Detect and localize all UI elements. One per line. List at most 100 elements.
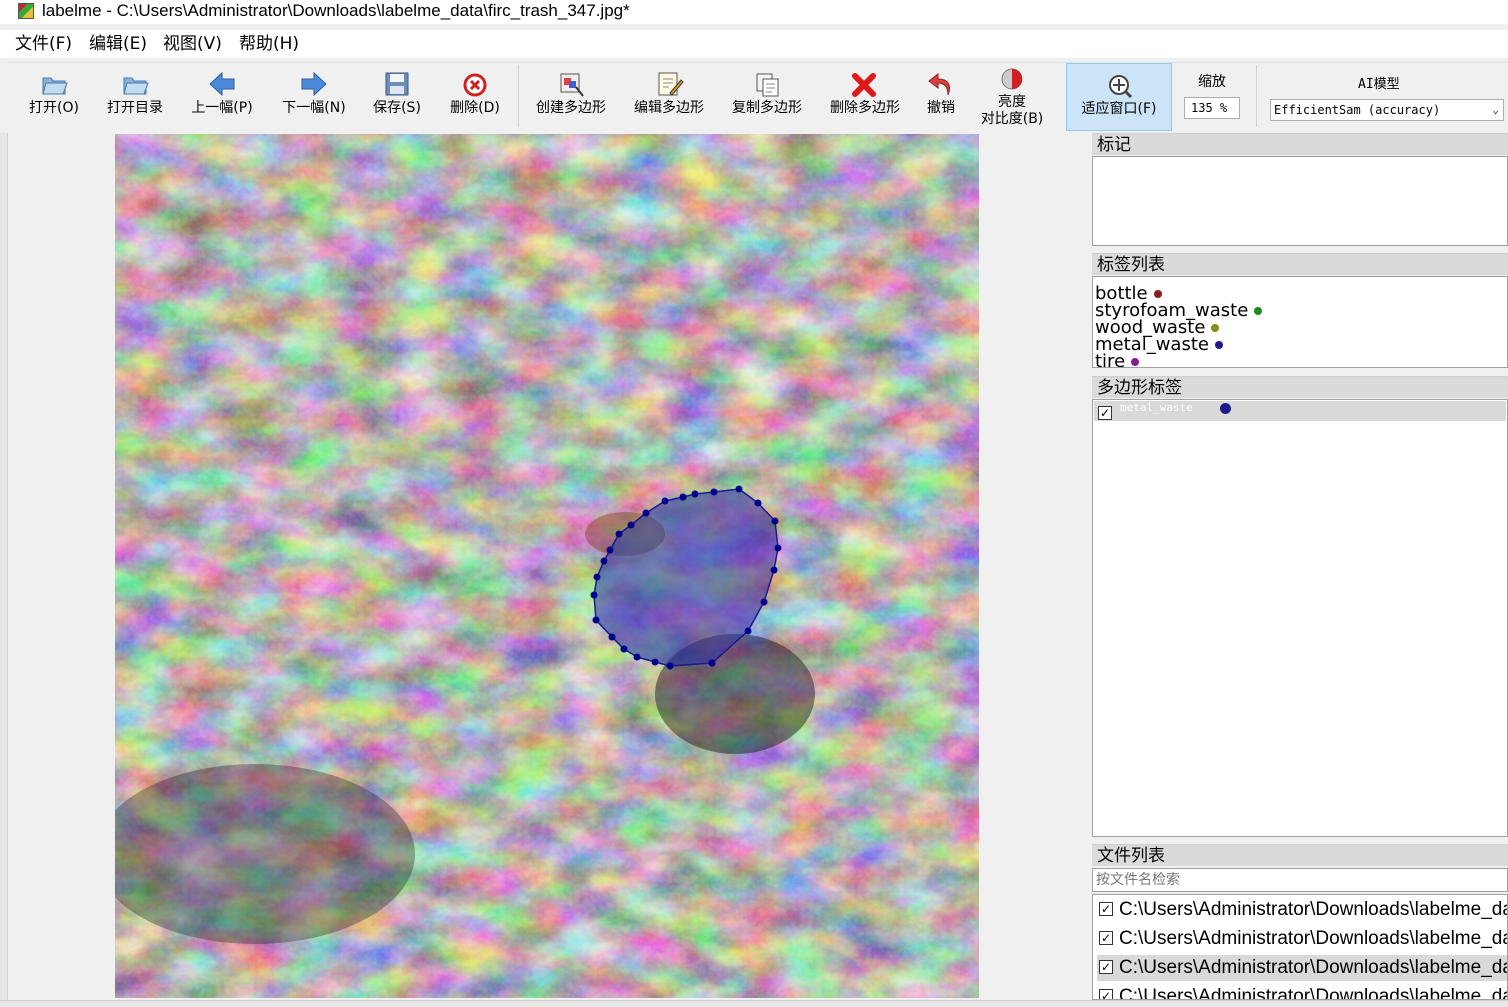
save-disk-icon [385,72,409,96]
menu-bar: 文件(F) 编辑(E) 视图(V) 帮助(H) [0,30,1508,58]
title-bar: labelme - C:\Users\Administrator\Downloa… [0,0,1508,24]
open-label: 打开(O) [29,100,79,116]
label-list-dock-title: 标签列表 [1092,253,1508,275]
polygon-label-list[interactable]: ✓ metal_waste [1092,399,1508,837]
polygon-color-dot [1220,403,1231,414]
open-dir-button[interactable]: 打开目录 [102,63,168,131]
label-color-dot [1214,341,1223,349]
toolbar-separator [518,65,519,127]
label-color-dot [1153,290,1162,298]
file-search-input[interactable]: 按文件名检索 [1092,868,1508,892]
prev-image-button[interactable]: 上一幅(P) [186,63,258,131]
polygon-vertex[interactable] [651,658,659,666]
polygon-vertex[interactable] [754,499,762,507]
undo-arrow-icon [928,72,951,96]
polygon-vertex[interactable] [661,497,669,505]
file-checkbox[interactable]: ✓ [1099,931,1113,945]
polygon-vertex[interactable] [774,544,782,552]
menu-file[interactable]: 文件(F) [15,32,72,56]
delete-polygon-button[interactable]: 删除多边形 [824,63,906,131]
annotation-canvas-image[interactable] [115,134,979,998]
create-polygon-icon [560,73,584,97]
polygon-vertex[interactable] [608,633,616,641]
save-button[interactable]: 保存(S) [366,63,428,131]
brightness-label-line1: 亮度 [998,94,1026,110]
polygon-vertex[interactable] [735,485,743,493]
brightness-icon [1001,68,1023,90]
file-checkbox[interactable]: ✓ [1099,902,1113,916]
file-list-item[interactable]: ✓ C:\Users\Administrator\Downloads\label… [1097,926,1507,952]
fit-window-button[interactable]: 适应窗口(F) [1066,63,1172,131]
file-path: C:\Users\Administrator\Downloads\labelme… [1119,986,1507,1000]
create-polygon-label: 创建多边形 [536,100,606,116]
flags-list[interactable] [1092,156,1508,246]
polygon-visible-checkbox[interactable]: ✓ [1098,406,1112,420]
toolbar-separator [1256,65,1257,127]
delete-file-label: 删除(D) [450,100,500,116]
label-list[interactable]: bottle styrofoam_waste wood_waste metal_… [1092,276,1508,368]
ai-model-select[interactable]: EfficientSam (accuracy) ⌄ [1270,99,1504,121]
copy-polygon-button[interactable]: 复制多边形 [726,63,808,131]
prev-image-label: 上一幅(P) [191,100,253,116]
folder-open-icon [42,77,68,95]
polygon-label-name: metal_waste [1120,401,1193,414]
polygon-labels-dock-title: 多边形标签 [1092,376,1508,398]
label-name: tire [1095,351,1126,368]
brightness-contrast-button[interactable]: 亮度 对比度(B) [974,63,1050,131]
polygon-vertex[interactable] [620,645,628,653]
menu-view[interactable]: 视图(V) [163,32,222,56]
file-list-item[interactable]: ✓ C:\Users\Administrator\Downloads\label… [1097,984,1507,1000]
polygon-vertex[interactable] [615,530,623,538]
window-title: labelme - C:\Users\Administrator\Downloa… [42,1,630,20]
polygon-vertex[interactable] [606,546,614,554]
polygon-vertex[interactable] [770,566,778,574]
ai-model-title: AI模型 [1358,77,1400,92]
polygon-vertex[interactable] [744,627,752,635]
arrow-right-icon [301,71,327,97]
polygon-vertex[interactable] [708,659,716,667]
next-image-label: 下一幅(N) [282,100,346,116]
fit-window-label: 适应窗口(F) [1081,101,1157,117]
polygon-vertex[interactable] [600,557,608,565]
edit-polygon-button[interactable]: 编辑多边形 [628,63,710,131]
menu-edit[interactable]: 编辑(E) [89,32,147,56]
polygon-vertex[interactable] [760,598,768,606]
file-list-item[interactable]: ✓ C:\Users\Administrator\Downloads\label… [1097,897,1507,923]
open-dir-label: 打开目录 [107,100,163,116]
polygon-label-item[interactable]: ✓ metal_waste [1094,401,1506,421]
polygon-vertex[interactable] [627,521,635,529]
edit-pencil-icon [658,72,684,96]
delete-circle-icon [463,73,487,97]
open-button[interactable]: 打开(O) [24,63,84,131]
toolbar: 打开(O) 打开目录 上一幅(P) 下一幅(N) 保存(S) 删除(D) 创建多… [8,62,1508,131]
file-list[interactable]: ✓ C:\Users\Administrator\Downloads\label… [1092,894,1508,1000]
polygon-vertex[interactable] [633,653,641,661]
undo-label: 撤销 [927,100,955,116]
menu-help[interactable]: 帮助(H) [239,32,299,56]
file-list-item-selected[interactable]: ✓ C:\Users\Administrator\Downloads\label… [1097,955,1507,981]
polygon-vertex[interactable] [593,573,601,581]
polygon-vertex[interactable] [710,488,718,496]
next-image-button[interactable]: 下一幅(N) [276,63,352,131]
polygon-vertex[interactable] [642,509,650,517]
zoom-input[interactable]: 135 % [1184,97,1240,119]
label-color-dot [1131,358,1140,366]
file-checkbox[interactable]: ✓ [1099,989,1113,999]
delete-file-button[interactable]: 删除(D) [444,63,506,131]
polygon-vertex[interactable] [666,662,674,670]
zoom-fit-icon [1109,75,1133,99]
label-color-dot [1211,324,1220,332]
polygon-vertex[interactable] [679,493,687,501]
undo-button[interactable]: 撤销 [918,63,964,131]
polygon-vertex[interactable] [691,490,699,498]
brightness-label-line2: 对比度(B) [980,111,1044,127]
polygon-vertex[interactable] [592,616,600,624]
polygon-vertex[interactable] [590,591,598,599]
file-list-dock-title: 文件列表 [1092,844,1508,866]
folder-open-icon [123,77,149,95]
file-checkbox[interactable]: ✓ [1099,960,1113,974]
create-polygon-button[interactable]: 创建多边形 [530,63,612,131]
chevron-down-icon: ⌄ [1492,103,1499,116]
label-item-tire[interactable]: tire [1095,351,1140,368]
polygon-vertex[interactable] [771,517,779,525]
